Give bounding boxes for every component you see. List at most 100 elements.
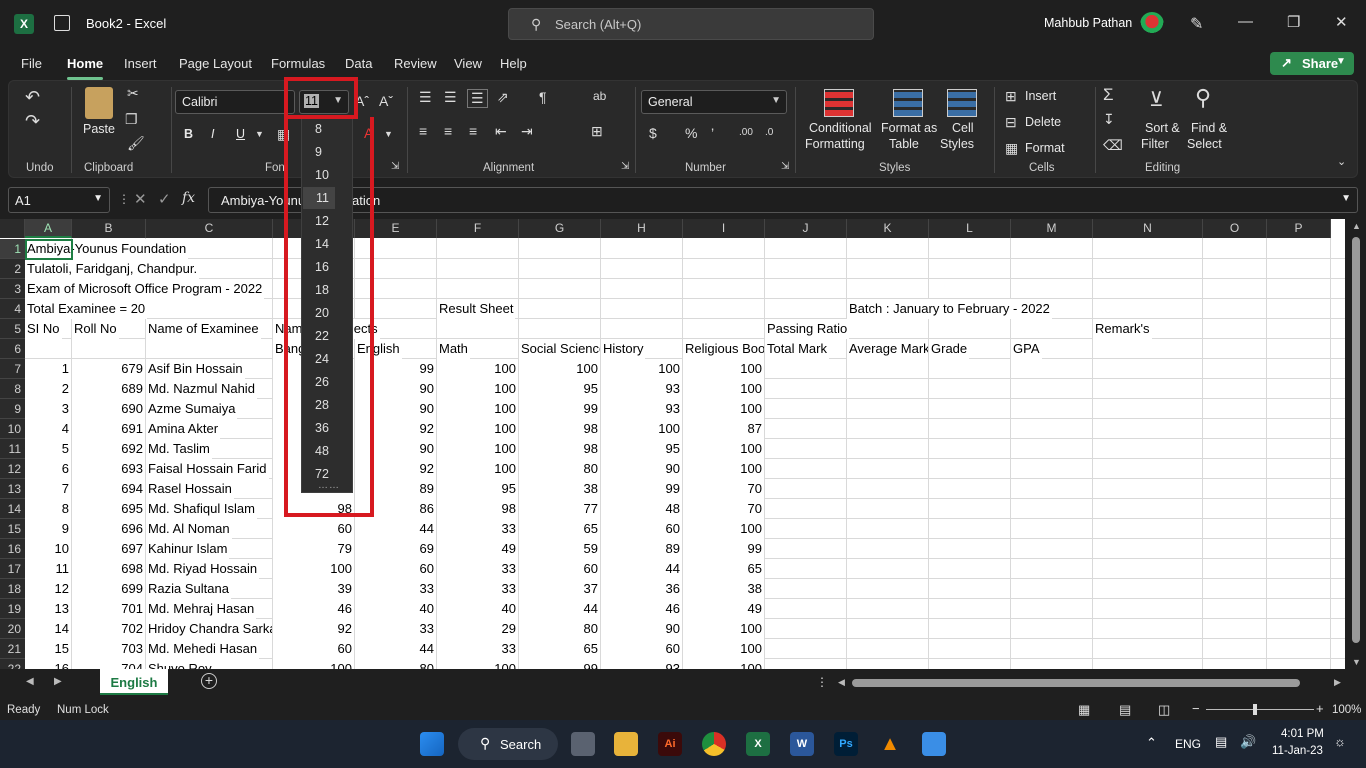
cell-g17[interactable]: 60 bbox=[519, 559, 600, 579]
cell-b15[interactable]: 696 bbox=[72, 519, 145, 539]
cell-g22[interactable]: 99 bbox=[519, 659, 600, 669]
cell-h14[interactable]: 48 bbox=[601, 499, 682, 519]
row-header-15[interactable]: 15 bbox=[0, 519, 25, 539]
cell-c7[interactable]: Asif Bin Hossain bbox=[146, 359, 245, 379]
cell-d15[interactable]: 60 bbox=[273, 519, 354, 539]
row-header-17[interactable]: 17 bbox=[0, 559, 25, 579]
formula-input[interactable]: Ambiya-Younus Foundation▼ bbox=[208, 187, 1358, 213]
cell-e16[interactable]: 69 bbox=[355, 539, 436, 559]
cell-f16[interactable]: 49 bbox=[437, 539, 518, 559]
format-as-table-label-2[interactable]: Table bbox=[889, 137, 919, 151]
vertical-scroll-thumb[interactable] bbox=[1352, 237, 1360, 643]
cell-c16[interactable]: Kahinur Islam bbox=[146, 539, 230, 559]
volume-icon[interactable]: 🔊 bbox=[1240, 734, 1256, 750]
cell-f6[interactable]: Math bbox=[437, 339, 470, 359]
cell-h18[interactable]: 36 bbox=[601, 579, 682, 599]
cell-h11[interactable]: 95 bbox=[601, 439, 682, 459]
user-avatar[interactable] bbox=[1140, 12, 1164, 36]
row-header-21[interactable]: 21 bbox=[0, 639, 25, 659]
cell-d18[interactable]: 39 bbox=[273, 579, 354, 599]
cell-g21[interactable]: 65 bbox=[519, 639, 600, 659]
cell-f17[interactable]: 33 bbox=[437, 559, 518, 579]
align-middle-icon[interactable]: ☰ bbox=[444, 89, 457, 106]
cell-h9[interactable]: 93 bbox=[601, 399, 682, 419]
scroll-up-icon[interactable]: ▲ bbox=[1352, 221, 1361, 231]
cell-c8[interactable]: Md. Nazmul Nahid bbox=[146, 379, 257, 399]
cell-i11[interactable]: 100 bbox=[683, 439, 764, 459]
next-sheet-icon[interactable]: ▶ bbox=[54, 676, 62, 687]
orientation-icon[interactable]: ⇗ bbox=[497, 89, 509, 106]
cell-f14[interactable]: 98 bbox=[437, 499, 518, 519]
cell-h22[interactable]: 93 bbox=[601, 659, 682, 669]
cell-e21[interactable]: 44 bbox=[355, 639, 436, 659]
column-header-b[interactable]: B bbox=[72, 219, 146, 238]
cell-a3[interactable]: Exam of Microsoft Office Program - 2022 bbox=[25, 279, 265, 299]
cell-c11[interactable]: Md. Taslim bbox=[146, 439, 212, 459]
column-header-j[interactable]: J bbox=[765, 219, 847, 238]
delete-cells-icon[interactable]: ⊟ bbox=[1005, 114, 1017, 131]
photoshop-icon[interactable]: Ps bbox=[834, 732, 858, 756]
cell-n5[interactable]: Remark's bbox=[1093, 319, 1152, 339]
chevron-down-icon[interactable]: ▼ bbox=[255, 129, 264, 139]
app-icon[interactable] bbox=[922, 732, 946, 756]
cell-d21[interactable]: 60 bbox=[273, 639, 354, 659]
cell-d17[interactable]: 100 bbox=[273, 559, 354, 579]
format-painter-icon[interactable]: 🖌 bbox=[127, 135, 145, 152]
tab-help[interactable]: Help bbox=[500, 56, 527, 71]
cell-g15[interactable]: 65 bbox=[519, 519, 600, 539]
copy-icon[interactable]: ❐ bbox=[125, 111, 138, 128]
cell-f4[interactable]: Result Sheet bbox=[437, 299, 516, 319]
clock-date[interactable]: 11-Jan-23 bbox=[1272, 745, 1323, 757]
page-layout-view-icon[interactable]: ▤ bbox=[1119, 702, 1131, 718]
cell-i13[interactable]: 70 bbox=[683, 479, 764, 499]
cell-i10[interactable]: 87 bbox=[683, 419, 764, 439]
language-indicator[interactable]: ENG bbox=[1175, 737, 1201, 751]
cell-c5[interactable]: Name of Examinee bbox=[146, 319, 261, 339]
collapse-ribbon-icon[interactable]: ⌄ bbox=[1337, 155, 1346, 168]
cell-c14[interactable]: Md. Shafiqul Islam bbox=[146, 499, 257, 519]
cell-i20[interactable]: 100 bbox=[683, 619, 764, 639]
percent-icon[interactable]: % bbox=[685, 125, 697, 141]
cell-a17[interactable]: 11 bbox=[25, 559, 71, 579]
row-header-19[interactable]: 19 bbox=[0, 599, 25, 619]
cell-b9[interactable]: 690 bbox=[72, 399, 145, 419]
cell-g13[interactable]: 38 bbox=[519, 479, 600, 499]
insert-function-icon[interactable]: fx bbox=[182, 190, 195, 206]
cell-m6[interactable]: GPA bbox=[1011, 339, 1042, 359]
minimize-icon[interactable]: — bbox=[1238, 13, 1253, 30]
cell-a8[interactable]: 2 bbox=[25, 379, 71, 399]
find-select-label-1[interactable]: Find & bbox=[1191, 121, 1227, 135]
cell-i9[interactable]: 100 bbox=[683, 399, 764, 419]
dialog-launcher-icon[interactable]: ⇲ bbox=[621, 161, 629, 172]
redo-icon[interactable]: ↷ bbox=[25, 111, 40, 132]
windows-start-icon[interactable] bbox=[420, 732, 444, 756]
cell-styles-label-2[interactable]: Styles bbox=[940, 137, 974, 151]
cell-i12[interactable]: 100 bbox=[683, 459, 764, 479]
paste-icon[interactable] bbox=[85, 87, 113, 119]
row-header-10[interactable]: 10 bbox=[0, 419, 25, 439]
cell-styles-label-1[interactable]: Cell bbox=[952, 121, 974, 135]
format-cells-icon[interactable]: ▦ bbox=[1005, 140, 1018, 157]
rtl-icon[interactable]: ¶ bbox=[539, 89, 547, 105]
zoom-in-icon[interactable]: + bbox=[1316, 701, 1324, 716]
cell-b17[interactable]: 698 bbox=[72, 559, 145, 579]
cell-h6[interactable]: History bbox=[601, 339, 646, 359]
cell-c20[interactable]: Hridoy Chandra Sarkar bbox=[146, 619, 272, 639]
close-icon[interactable]: ✕ bbox=[1335, 13, 1348, 31]
column-header-g[interactable]: G bbox=[519, 219, 601, 238]
cell-b5[interactable]: Roll No bbox=[72, 319, 119, 339]
cell-i6[interactable]: Religious Book bbox=[683, 339, 764, 359]
currency-icon[interactable]: $ bbox=[649, 125, 657, 141]
share-button[interactable]: ↗ Share ▼ bbox=[1270, 52, 1354, 75]
dialog-launcher-icon[interactable]: ⇲ bbox=[391, 161, 399, 172]
zoom-slider[interactable] bbox=[1206, 709, 1314, 710]
row-header-3[interactable]: 3 bbox=[0, 279, 25, 299]
column-header-c[interactable]: C bbox=[146, 219, 273, 238]
clear-icon[interactable]: ⌫ bbox=[1103, 137, 1123, 154]
align-right-icon[interactable]: ≡ bbox=[469, 123, 477, 139]
scroll-left-icon[interactable]: ◀ bbox=[838, 677, 845, 688]
row-header-13[interactable]: 13 bbox=[0, 479, 25, 499]
prev-sheet-icon[interactable]: ◀ bbox=[26, 676, 34, 687]
dialog-launcher-icon[interactable]: ⇲ bbox=[781, 161, 789, 172]
cell-g11[interactable]: 98 bbox=[519, 439, 600, 459]
